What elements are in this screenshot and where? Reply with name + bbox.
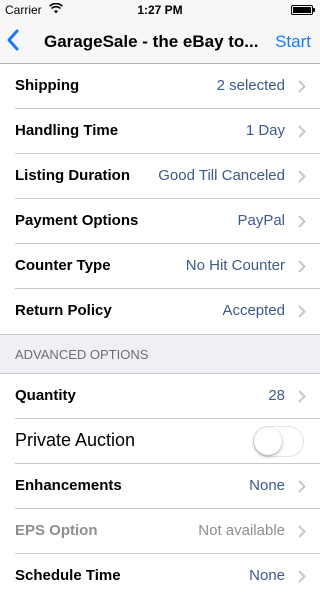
counter-type-row[interactable]: Counter Type No Hit Counter [0,244,320,289]
eps-option-row[interactable]: EPS Option Not available [0,509,320,554]
settings-list: Shipping 2 selected Handling Time 1 Day … [0,64,320,599]
quantity-row[interactable]: Quantity 28 [0,374,320,419]
row-label: Enhancements [15,477,122,494]
row-label: Private Auction [15,430,136,450]
row-value: 28 [268,387,285,404]
row-value: 1 Day [245,122,285,139]
chevron-left-icon[interactable] [6,28,26,54]
chevron-right-icon [298,125,306,138]
row-value: Accepted [222,302,285,319]
start-button[interactable]: Start [275,32,311,52]
chevron-right-icon [298,570,306,583]
row-label: Listing Duration [15,167,130,184]
chevron-right-icon [298,525,306,538]
row-label: Quantity [15,387,76,404]
chevron-right-icon [298,170,306,183]
handling-time-row[interactable]: Handling Time 1 Day [0,109,320,154]
row-label: Return Policy [15,302,112,319]
schedule-time-row[interactable]: Schedule Time None [0,554,320,599]
row-label: Counter Type [15,257,111,274]
chevron-right-icon [298,80,306,93]
chevron-right-icon [298,215,306,228]
page-title: GarageSale - the eBay to... [44,32,259,51]
row-label: EPS Option [15,522,98,539]
chevron-right-icon [298,305,306,318]
chevron-right-icon [298,390,306,403]
row-value: PayPal [237,212,285,229]
chevron-right-icon [298,480,306,493]
listing-duration-row[interactable]: Listing Duration Good Till Canceled [0,154,320,199]
navigation-bar: GarageSale - the eBay to... Start [0,20,320,64]
payment-options-row[interactable]: Payment Options PayPal [0,199,320,244]
status-time: 1:27 PM [137,3,183,17]
battery-icon [291,5,315,15]
advanced-options-header: ADVANCED OPTIONS [0,334,320,374]
shipping-row[interactable]: Shipping 2 selected [0,64,320,109]
private-auction-toggle[interactable] [253,426,304,457]
row-value: 2 selected [216,77,285,94]
row-label: Schedule Time [15,567,121,584]
row-value: None [249,567,285,584]
enhancements-row[interactable]: Enhancements None [0,464,320,509]
section-header-label: ADVANCED OPTIONS [15,347,149,362]
row-label: Payment Options [15,212,139,229]
row-label: Handling Time [15,122,119,139]
row-value: None [249,477,285,494]
private-auction-row: Private Auction [0,419,320,464]
row-value: Not available [198,522,285,539]
row-value: No Hit Counter [185,257,285,274]
row-value: Good Till Canceled [158,167,285,184]
return-policy-row[interactable]: Return Policy Accepted [0,289,320,334]
status-bar: Carrier 1:27 PM [0,0,320,20]
row-label: Shipping [15,77,80,94]
chevron-right-icon [298,260,306,273]
